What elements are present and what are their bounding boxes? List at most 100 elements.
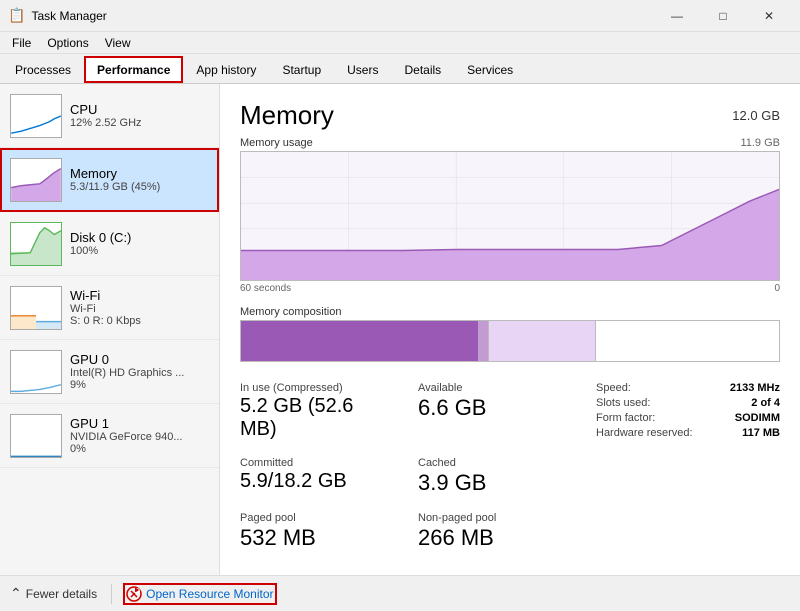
- bottom-bar: ⌃ Fewer details Open Resource Monitor: [0, 575, 800, 611]
- sidebar-item-disk0[interactable]: Disk 0 (C:) 100%: [0, 212, 219, 276]
- menu-bar: File Options View: [0, 32, 800, 54]
- stat-cached: Cached 3.9 GB: [418, 453, 580, 500]
- gpu0-info: GPU 0 Intel(R) HD Graphics ... 9%: [70, 352, 209, 391]
- gpu0-detail: Intel(R) HD Graphics ...: [70, 367, 209, 379]
- maximize-button[interactable]: □: [700, 0, 746, 32]
- gpu0-thumbnail: [10, 350, 62, 394]
- tab-app-history[interactable]: App history: [183, 56, 269, 83]
- sidebar-item-gpu1[interactable]: GPU 1 NVIDIA GeForce 940... 0%: [0, 404, 219, 468]
- disk0-thumbnail: [10, 222, 62, 266]
- content-header: Memory 12.0 GB: [240, 100, 780, 131]
- stat-paged: Paged pool 532 MB: [240, 508, 402, 555]
- gpu1-info: GPU 1 NVIDIA GeForce 940... 0%: [70, 416, 209, 455]
- disk0-info: Disk 0 (C:) 100%: [70, 230, 209, 257]
- fewer-details-label: Fewer details: [26, 587, 97, 601]
- tab-performance[interactable]: Performance: [84, 56, 183, 83]
- fewer-details-button[interactable]: ⌃ Fewer details: [10, 585, 97, 602]
- cpu-name: CPU: [70, 102, 209, 117]
- wifi-name: Wi-Fi: [70, 288, 209, 303]
- app-icon: 📋: [8, 7, 25, 24]
- sidebar-item-cpu[interactable]: CPU 12% 2.52 GHz: [0, 84, 219, 148]
- memory-detail: 5.3/11.9 GB (45%): [70, 181, 209, 193]
- form-row: Form factor: SODIMM: [596, 412, 780, 424]
- window-title: Task Manager: [31, 9, 654, 23]
- time-start: 60 seconds: [240, 283, 291, 294]
- comp-standby: [488, 321, 596, 361]
- stats-row1: In use (Compressed) 5.2 GB (52.6 MB) Ava…: [240, 378, 580, 445]
- content-title: Memory: [240, 100, 334, 131]
- in-use-label: In use (Compressed): [240, 382, 382, 394]
- title-bar: 📋 Task Manager — □ ✕: [0, 0, 800, 32]
- stat-in-use: In use (Compressed) 5.2 GB (52.6 MB): [240, 378, 402, 445]
- stats-area: In use (Compressed) 5.2 GB (52.6 MB) Ava…: [240, 378, 780, 555]
- gpu1-percent: 0%: [70, 443, 209, 455]
- wifi-detail2: S: 0 R: 0 Kbps: [70, 315, 209, 327]
- available-value: 6.6 GB: [418, 395, 560, 421]
- content-area: Memory 12.0 GB Memory usage 11.9 GB: [220, 84, 800, 575]
- speed-row: Speed: 2133 MHz: [596, 382, 780, 394]
- tab-services[interactable]: Services: [454, 56, 526, 83]
- menu-file[interactable]: File: [4, 34, 39, 52]
- tab-processes[interactable]: Processes: [2, 56, 84, 83]
- right-stats: Speed: 2133 MHz Slots used: 2 of 4 Form …: [580, 378, 780, 555]
- stats-row3: Paged pool 532 MB Non-paged pool 266 MB: [240, 508, 580, 555]
- divider: [111, 584, 112, 604]
- stat-non-paged: Non-paged pool 266 MB: [418, 508, 580, 555]
- left-stats: In use (Compressed) 5.2 GB (52.6 MB) Ava…: [240, 378, 580, 555]
- hw-reserved-row: Hardware reserved: 117 MB: [596, 427, 780, 439]
- tab-details[interactable]: Details: [391, 56, 454, 83]
- comp-modified: [478, 321, 489, 361]
- chart-max: 11.9 GB: [740, 137, 780, 149]
- non-paged-label: Non-paged pool: [418, 512, 560, 524]
- cpu-info: CPU 12% 2.52 GHz: [70, 102, 209, 129]
- total-memory: 12.0 GB: [732, 108, 780, 123]
- stat-available: Available 6.6 GB: [418, 378, 580, 445]
- menu-options[interactable]: Options: [39, 34, 96, 52]
- memory-usage-section: Memory usage 11.9 GB: [240, 137, 780, 294]
- tab-users[interactable]: Users: [334, 56, 391, 83]
- form-value: SODIMM: [735, 412, 780, 424]
- slots-row: Slots used: 2 of 4: [596, 397, 780, 409]
- cpu-thumbnail: [10, 94, 62, 138]
- tab-startup[interactable]: Startup: [269, 56, 334, 83]
- memory-chart: [240, 151, 780, 281]
- composition-section: Memory composition: [240, 306, 780, 362]
- gpu0-name: GPU 0: [70, 352, 209, 367]
- wifi-detail1: Wi-Fi: [70, 303, 209, 315]
- main-layout: CPU 12% 2.52 GHz Memory 5.3/11.9 GB (45%…: [0, 84, 800, 575]
- slots-label: Slots used:: [596, 397, 650, 409]
- window-controls: — □ ✕: [654, 0, 792, 32]
- sidebar-item-wifi[interactable]: Wi-Fi Wi-Fi S: 0 R: 0 Kbps: [0, 276, 219, 340]
- sidebar-item-gpu0[interactable]: GPU 0 Intel(R) HD Graphics ... 9%: [0, 340, 219, 404]
- time-end: 0: [774, 283, 780, 294]
- wifi-thumbnail: [10, 286, 62, 330]
- cached-value: 3.9 GB: [418, 470, 560, 496]
- minimize-button[interactable]: —: [654, 0, 700, 32]
- composition-label: Memory composition: [240, 306, 780, 318]
- disk0-name: Disk 0 (C:): [70, 230, 209, 245]
- memory-thumbnail: [10, 158, 62, 202]
- open-resource-monitor-link[interactable]: Open Resource Monitor: [126, 586, 273, 602]
- composition-bar: [240, 320, 780, 362]
- cached-label: Cached: [418, 457, 560, 469]
- comp-free: [596, 321, 779, 361]
- gpu1-detail: NVIDIA GeForce 940...: [70, 431, 209, 443]
- close-button[interactable]: ✕: [746, 0, 792, 32]
- chart-title: Memory usage: [240, 137, 313, 149]
- hw-reserved-label: Hardware reserved:: [596, 427, 693, 439]
- open-resource-monitor-label: Open Resource Monitor: [146, 587, 273, 601]
- memory-name: Memory: [70, 166, 209, 181]
- gpu0-percent: 9%: [70, 379, 209, 391]
- stat-committed: Committed 5.9/18.2 GB: [240, 453, 402, 500]
- wifi-info: Wi-Fi Wi-Fi S: 0 R: 0 Kbps: [70, 288, 209, 327]
- menu-view[interactable]: View: [97, 34, 139, 52]
- sidebar: CPU 12% 2.52 GHz Memory 5.3/11.9 GB (45%…: [0, 84, 220, 575]
- sidebar-item-memory[interactable]: Memory 5.3/11.9 GB (45%): [0, 148, 219, 212]
- chevron-up-icon: ⌃: [10, 585, 22, 602]
- speed-value: 2133 MHz: [730, 382, 780, 394]
- form-label: Form factor:: [596, 412, 655, 424]
- committed-value: 5.9/18.2 GB: [240, 470, 382, 493]
- stats-row2: Committed 5.9/18.2 GB Cached 3.9 GB: [240, 453, 580, 500]
- memory-info: Memory 5.3/11.9 GB (45%): [70, 166, 209, 193]
- in-use-value: 5.2 GB (52.6 MB): [240, 395, 382, 441]
